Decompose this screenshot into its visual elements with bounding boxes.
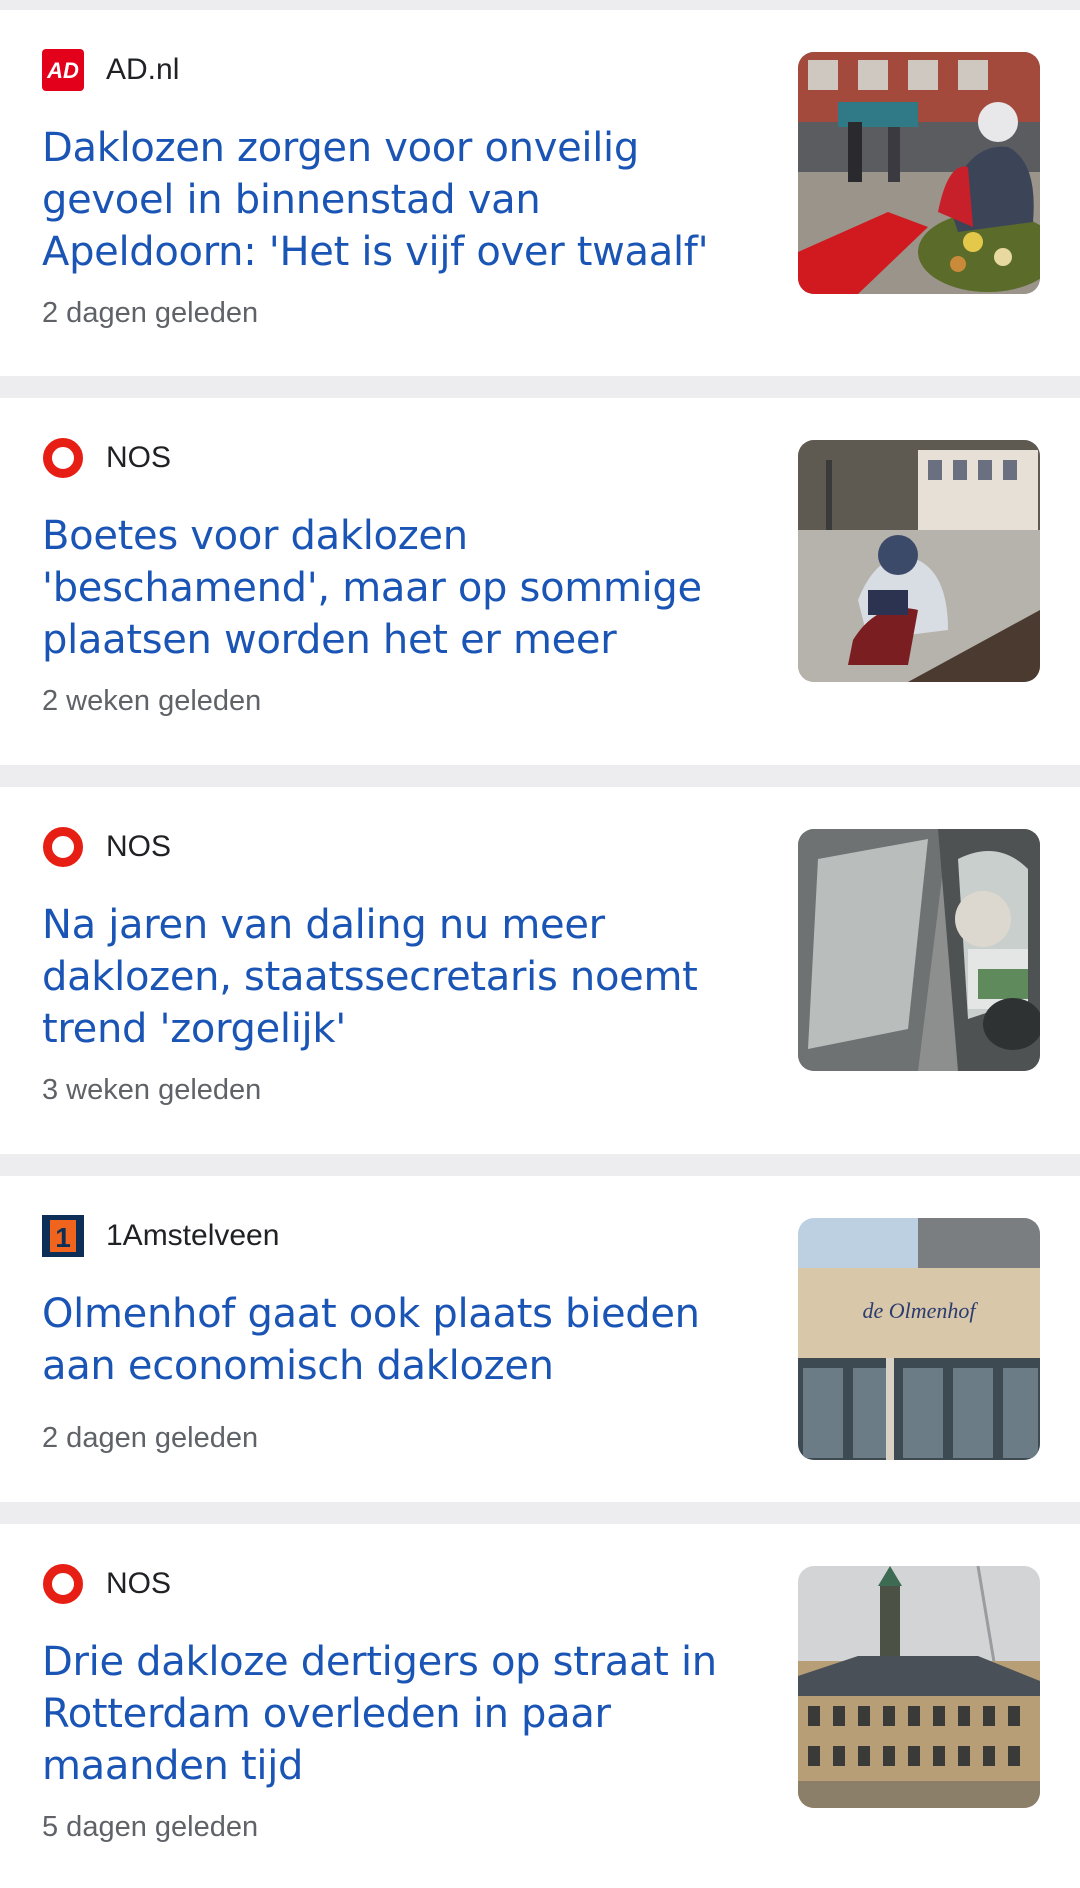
olmenhof-building-image[interactable]: de Olmenhof	[798, 1218, 1040, 1460]
source-row: NOS	[42, 438, 171, 478]
article-headline[interactable]: Olmenhof gaat ook plaats bieden aan econ…	[42, 1288, 762, 1392]
ad-logo: AD	[42, 49, 84, 91]
article-timestamp: 2 dagen geleden	[42, 297, 259, 329]
rotterdam-city-hall-image[interactable]	[798, 1566, 1040, 1808]
source-row: NOS	[42, 827, 171, 867]
source-row: AD AD.nl	[42, 49, 180, 91]
article-card[interactable]: 1 1Amstelveen Olmenhof gaat ook plaats b…	[0, 1176, 1080, 1502]
article-headline[interactable]: Na jaren van daling nu meer daklozen, st…	[42, 899, 762, 1055]
article-card[interactable]: NOS Drie dakloze dertigers op straat in …	[0, 1524, 1080, 1888]
ad-logo-text: AD	[46, 58, 79, 83]
source-name: NOS	[106, 1567, 172, 1600]
article-timestamp: 5 dagen geleden	[42, 1811, 259, 1843]
building-sign-text: de Olmenhof	[862, 1298, 978, 1323]
source-name: AD.nl	[106, 53, 180, 86]
source-name: NOS	[106, 830, 172, 863]
1amstelveen-logo: 1	[42, 1215, 84, 1257]
person-on-bench-in-square-image[interactable]	[798, 440, 1040, 682]
nos-logo	[42, 1563, 84, 1605]
article-timestamp: 3 weken geleden	[42, 1074, 262, 1106]
article-card[interactable]: AD AD.nl Daklozen zorgen voor onveilig g…	[0, 10, 1080, 376]
article-timestamp: 2 dagen geleden	[42, 1422, 259, 1454]
article-headline[interactable]: Drie dakloze dertigers op straat in Rott…	[42, 1636, 762, 1792]
street-scene-with-person-sitting-image[interactable]	[798, 52, 1040, 294]
source-row: 1 1Amstelveen	[42, 1215, 280, 1257]
article-card[interactable]: NOS Na jaren van daling nu meer daklozen…	[0, 787, 1080, 1154]
article-card[interactable]: NOS Boetes voor daklozen 'beschamend', m…	[0, 398, 1080, 765]
article-timestamp: 2 weken geleden	[42, 685, 262, 717]
article-headline[interactable]: Daklozen zorgen voor onveilig gevoel in …	[42, 122, 762, 278]
article-headline[interactable]: Boetes voor daklozen 'beschamend', maar …	[42, 510, 762, 666]
source-name: NOS	[106, 441, 172, 474]
source-row: NOS	[42, 1564, 171, 1604]
nos-logo	[42, 826, 84, 868]
source-name: 1Amstelveen	[106, 1219, 280, 1252]
person-in-car-image[interactable]	[798, 829, 1040, 1071]
nos-logo	[42, 437, 84, 479]
1amstelveen-logo-text: 1	[55, 1222, 71, 1253]
